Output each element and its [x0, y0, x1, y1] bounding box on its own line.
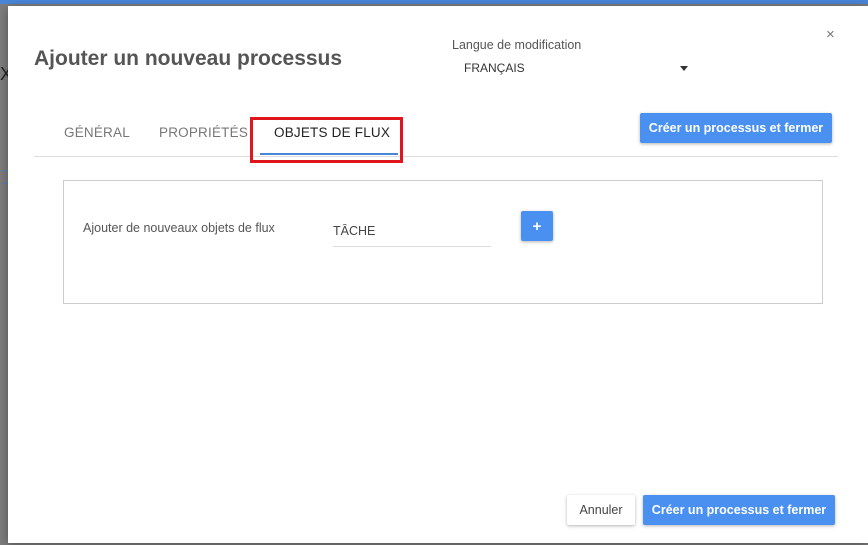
tab-highlight-box [250, 117, 403, 163]
flow-object-type-input[interactable] [333, 216, 491, 247]
dialog-title: Ajouter un nouveau processus [34, 47, 343, 70]
add-flow-object-button[interactable]: + [521, 211, 553, 241]
cancel-button[interactable]: Annuler [567, 495, 635, 525]
create-process-close-button-bottom[interactable]: Créer un processus et fermer [643, 495, 835, 525]
tab-properties[interactable]: PROPRIÉTÉS [159, 125, 248, 140]
language-label: Langue de modification [452, 38, 582, 52]
flow-objects-panel: Ajouter de nouveaux objets de flux + [63, 180, 823, 304]
tab-general[interactable]: GÉNÉRAL [64, 125, 130, 140]
close-icon[interactable]: × [826, 26, 835, 43]
create-process-close-button-top[interactable]: Créer un processus et fermer [640, 113, 832, 143]
language-selected-value: FRANÇAIS [464, 61, 525, 75]
chevron-down-icon [680, 66, 688, 71]
language-select[interactable]: FRANÇAIS [464, 61, 694, 81]
background-top-bar [0, 0, 868, 4]
flow-objects-label: Ajouter de nouveaux objets de flux [83, 221, 275, 235]
add-process-dialog: Ajouter un nouveau processus × Langue de… [8, 6, 868, 543]
